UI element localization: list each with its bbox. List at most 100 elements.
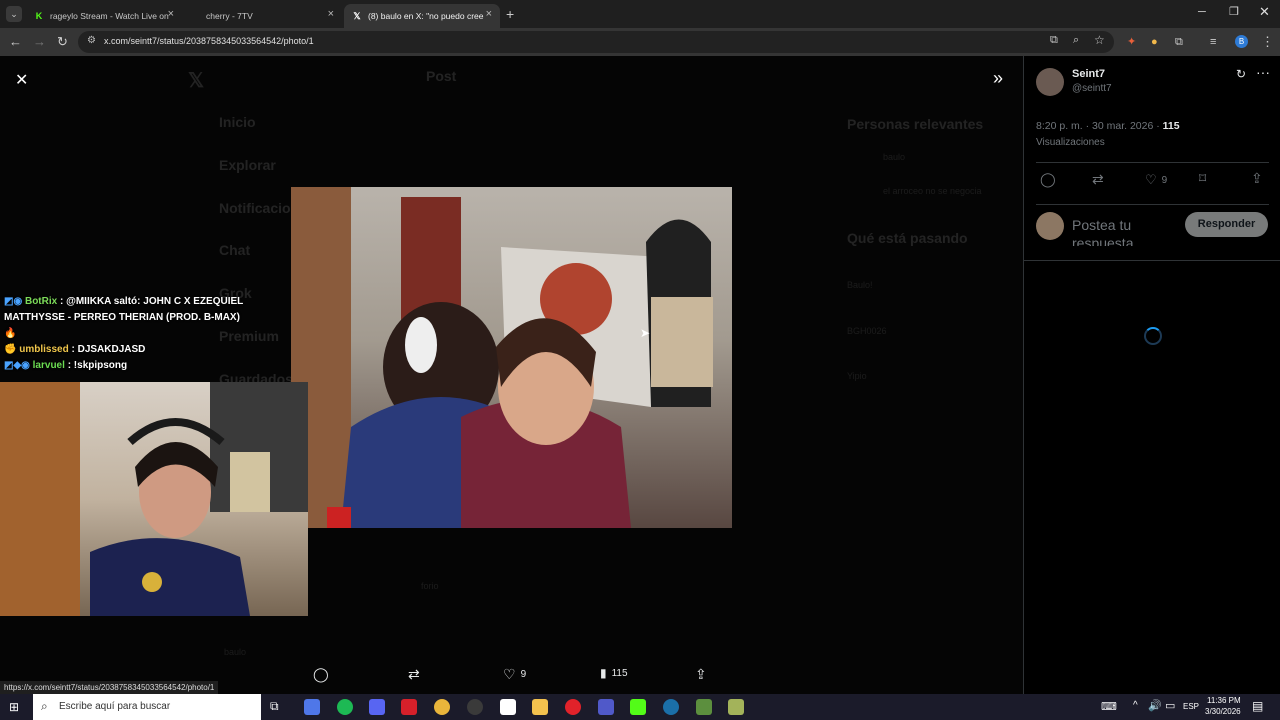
task-view-icon[interactable]: ⧉ — [270, 699, 279, 714]
voicemeeter-app-icon[interactable] — [401, 699, 417, 715]
app-icon[interactable] — [728, 699, 744, 715]
volume-icon[interactable]: 🔊 — [1148, 699, 1162, 712]
chat-badge-icon: ◩◆◉ — [4, 360, 30, 371]
tab-close-icon[interactable]: × — [486, 8, 492, 20]
network-icon[interactable]: ▭ — [1165, 699, 1175, 712]
author-name[interactable]: Seint7 — [1072, 68, 1105, 80]
chat-text: : DJSAKDJASD — [71, 344, 146, 355]
timestamp-text: 8:20 p. m. · 30 mar. 2026 · — [1036, 120, 1163, 132]
heart-icon: ♡ — [503, 666, 516, 682]
discord-app-icon[interactable] — [369, 699, 385, 715]
kick-app-icon[interactable] — [630, 699, 646, 715]
viewer-like-button[interactable]: ♡ 9 — [503, 666, 526, 683]
back-arrow-icon[interactable]: ← — [9, 34, 22, 50]
reply-button[interactable]: ◯ — [1040, 171, 1056, 188]
browser-menu-icon[interactable]: ⋮ — [1261, 34, 1274, 50]
address-bar-url: x.com/seintt7/status/2038758345033564542… — [104, 36, 314, 46]
taskbar-search[interactable]: ⌕ Escribe aquí para buscar — [33, 694, 261, 720]
nav-chat: Chat — [219, 242, 251, 258]
bookmark-star-icon[interactable]: ☆ — [1094, 33, 1105, 47]
tab-close-icon[interactable]: × — [168, 8, 174, 20]
tab-title: cherry - 7TV — [206, 11, 253, 21]
close-viewer-icon[interactable]: ✕ — [15, 70, 28, 90]
trending-title: Qué está pasando — [847, 230, 968, 246]
extension-fox-icon[interactable]: ✦ — [1127, 34, 1136, 50]
chat-text: : !skpipsong — [67, 360, 128, 371]
media-controls-icon[interactable]: ≡ — [1210, 34, 1216, 50]
profile-avatar[interactable]: B — [1235, 35, 1248, 48]
clock-time[interactable]: 11:36 PM — [1207, 696, 1241, 705]
heart-icon: ♡ — [1145, 172, 1157, 187]
fire-emote-icon: 🔥 — [4, 328, 17, 339]
close-window-icon[interactable]: ✕ — [1259, 4, 1270, 20]
viewer-share-button[interactable]: ⇪ — [695, 666, 707, 683]
responder-button[interactable]: Responder — [1185, 212, 1268, 237]
minecraft-app-icon[interactable] — [696, 699, 712, 715]
reload-icon[interactable]: ↻ — [57, 34, 68, 50]
viewer-repost-button[interactable]: ⇄ — [408, 666, 420, 683]
chat-badge-icon: ✊ — [4, 344, 17, 355]
link-status-url: https://x.com/seintt7/status/20387583450… — [0, 681, 219, 694]
extensions-puzzle-icon[interactable]: ⧉ — [1175, 34, 1183, 50]
clock-date[interactable]: 3/30/2026 — [1205, 707, 1241, 716]
views-label: Visualizaciones — [1036, 137, 1105, 148]
nav-home: Inicio — [219, 114, 256, 130]
repost-icon: ⇄ — [408, 666, 420, 682]
tab-search-button[interactable]: ⌄ — [6, 6, 22, 22]
spotify-app-icon[interactable] — [337, 699, 353, 715]
tab-title: rageylo Stream - Watch Live on — [50, 11, 169, 21]
post-timestamp: 8:20 p. m. · 30 mar. 2026 · 115 — [1036, 120, 1180, 132]
repost-button[interactable]: ⇄ — [1092, 171, 1104, 188]
minimize-window-icon[interactable]: ─ — [1198, 6, 1206, 18]
opera-app-icon[interactable] — [565, 699, 581, 715]
photo-content — [291, 187, 713, 528]
extension-color-icon[interactable]: ● — [1151, 34, 1158, 50]
webcam-content — [0, 382, 308, 616]
chrome-app-icon[interactable] — [434, 699, 450, 715]
file-explorer-app-icon[interactable] — [532, 699, 548, 715]
start-windows-icon[interactable]: ⊞ — [9, 700, 19, 714]
epic-app-icon[interactable] — [500, 699, 516, 715]
author-avatar[interactable] — [1036, 68, 1064, 96]
bookmark-button[interactable]: ⌑ — [1199, 170, 1206, 187]
bottom-user-name: baulo — [224, 647, 247, 657]
like-button[interactable]: ♡ 9 — [1145, 172, 1167, 188]
views-chart-icon: ▮ — [600, 666, 607, 680]
obs-app-icon[interactable] — [467, 699, 483, 715]
notifications-icon[interactable]: ▤ — [1252, 699, 1263, 713]
more-options-icon[interactable]: ··· — [1256, 64, 1270, 80]
grok-icon[interactable]: ↻ — [1236, 67, 1246, 81]
streamer-webcam — [0, 382, 308, 616]
language-indicator[interactable]: ESP — [1183, 702, 1199, 711]
trend-item: Baulo! — [847, 280, 873, 290]
tab-baulo-x[interactable]: 𝕏 (8) baulo en X: "no puedo cree × — [344, 4, 500, 28]
restore-window-icon[interactable]: ❐ — [1229, 5, 1239, 18]
reply-input[interactable]: Postea tu respuesta — [1072, 216, 1182, 246]
forward-arrow-icon[interactable]: → — [33, 34, 46, 50]
keyboard-icon[interactable]: ⌨ — [1101, 700, 1117, 713]
viewer-reply-button[interactable]: ◯ — [313, 666, 329, 683]
tray-chevron-icon[interactable]: ^ — [1133, 700, 1138, 711]
author-handle[interactable]: @seintt7 — [1072, 83, 1112, 94]
chat-badge-icon: ◩◉ — [4, 296, 23, 307]
stream-chat-overlay: ◩◉ BotRix : @MIIKKA saltó: JOHN C X EZEQ… — [0, 294, 292, 374]
post-photo[interactable] — [291, 187, 732, 528]
install-app-icon[interactable]: ⧉ — [1050, 34, 1058, 47]
zoom-icon[interactable]: ⌕ — [1073, 34, 1079, 47]
teams-app-icon[interactable] — [598, 699, 614, 715]
trend-item: Yipio — [847, 371, 867, 381]
tab-close-icon[interactable]: × — [328, 8, 334, 20]
new-tab-button[interactable]: + — [506, 6, 514, 22]
collapse-panel-icon[interactable]: » — [993, 68, 1003, 89]
viewer-views-button[interactable]: ▮ 115 — [600, 666, 628, 680]
tab-cherry-7tv[interactable]: cherry - 7TV × — [186, 4, 342, 28]
address-bar[interactable]: ⚙ x.com/seintt7/status/20387583450335645… — [78, 31, 1114, 53]
share-button[interactable]: ⇪ — [1251, 170, 1263, 187]
copilot-app-icon[interactable] — [304, 699, 320, 715]
relevant-user-name: baulo — [883, 152, 906, 162]
chat-message: ◩◆◉ larvuel : !skpipsong — [0, 358, 292, 374]
viewer-like-count: 9 — [520, 669, 527, 680]
tab-rageylo-stream[interactable]: K rageylo Stream - Watch Live on × — [26, 4, 182, 28]
site-info-icon[interactable]: ⚙ — [87, 35, 96, 46]
steam-app-icon[interactable] — [663, 699, 679, 715]
